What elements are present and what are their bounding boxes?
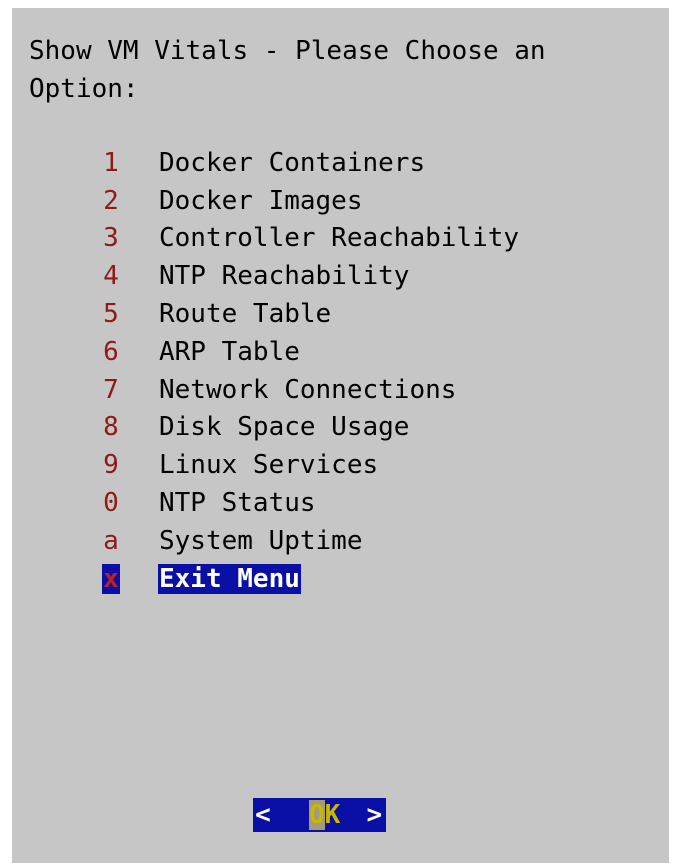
menu-item-label: Controller Reachability <box>159 223 520 254</box>
menu-item-label: Route Table <box>159 299 332 330</box>
dialog-title: Show VM Vitals - Please Choose an Option… <box>29 36 546 104</box>
menu-item-docker-containers[interactable]: 1 Docker Containers <box>102 144 520 182</box>
menu-item-key: 5 <box>103 299 119 330</box>
ok-button-label-rest: K <box>324 800 341 830</box>
ok-button-label: OK <box>309 798 340 832</box>
vm-vitals-dialog: Show VM Vitals - Please Choose an Option… <box>12 8 669 863</box>
ok-button[interactable]: < OK > <box>253 798 387 832</box>
menu-item-key: 9 <box>103 450 119 481</box>
menu-item-label: ARP Table <box>159 336 300 367</box>
menu-item-ntp-reachability[interactable]: 4 NTP Reachability <box>102 257 520 295</box>
menu-item-key: 4 <box>103 261 119 292</box>
menu-item-label: NTP Status <box>159 488 316 519</box>
menu-item-docker-images[interactable]: 2 Docker Images <box>102 182 520 220</box>
menu-item-key: 2 <box>103 185 119 216</box>
menu-item-ntp-status[interactable]: 0 NTP Status <box>102 484 520 522</box>
menu-item-system-uptime[interactable]: a System Uptime <box>102 522 520 560</box>
menu-item-label: System Uptime <box>159 525 363 556</box>
menu-item-key: 1 <box>103 147 119 178</box>
menu-item-label: Disk Space Usage <box>159 412 410 443</box>
menu-item-key: 3 <box>103 223 119 254</box>
menu-item-network-connections[interactable]: 7 Network Connections <box>102 371 520 409</box>
ok-button-right-bracket: > <box>366 800 383 830</box>
menu-item-label: Exit Menu <box>158 563 301 594</box>
button-bar: < OK > <box>253 798 387 832</box>
menu-item-label: NTP Reachability <box>159 261 410 292</box>
menu-item-key: a <box>103 525 119 556</box>
menu-item-key: 6 <box>103 336 119 367</box>
menu-item-linux-services[interactable]: 9 Linux Services <box>102 446 520 484</box>
menu-item-label: Network Connections <box>159 374 457 405</box>
menu-item-arp-table[interactable]: 6 ARP Table <box>102 333 520 371</box>
menu-item-key: 0 <box>103 488 119 519</box>
menu-item-exit-menu[interactable]: x Exit Menu <box>102 560 520 598</box>
menu-item-disk-space-usage[interactable]: 8 Disk Space Usage <box>102 409 520 447</box>
menu-item-route-table[interactable]: 5 Route Table <box>102 295 520 333</box>
menu-item-key: x <box>102 563 120 594</box>
ok-button-left-bracket: < <box>255 800 271 830</box>
menu-item-label: Docker Images <box>159 185 363 216</box>
menu-item-label: Linux Services <box>159 450 379 481</box>
menu-item-label: Docker Containers <box>159 147 426 178</box>
menu-item-controller-reachability[interactable]: 3 Controller Reachability <box>102 220 520 258</box>
menu-item-key: 8 <box>103 412 119 443</box>
ok-button-hotkey: O <box>309 800 325 830</box>
options-menu: 1 Docker Containers 2 Docker Images 3 Co… <box>102 144 520 598</box>
menu-item-key: 7 <box>103 374 119 405</box>
